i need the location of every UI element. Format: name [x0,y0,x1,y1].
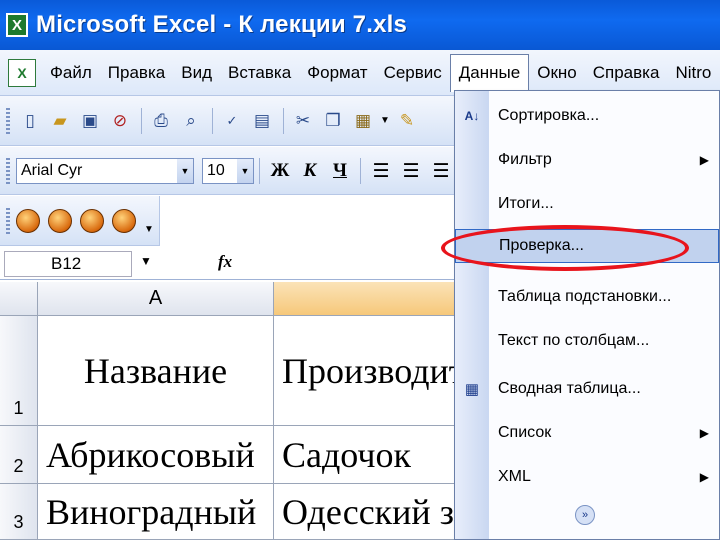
menu-item-label: Проверка... [499,237,584,254]
excel-app-icon[interactable]: X [6,13,28,37]
spelling-icon[interactable]: ✓ [218,107,246,135]
align-right-icon[interactable]: ☰ [426,157,456,185]
menu-item-sort[interactable]: A↓ Сортировка... [455,99,719,133]
print-preview-icon[interactable]: ⌕ [177,107,205,135]
print-icon[interactable]: ⎙ [147,107,175,135]
toolbar-separator [212,107,213,134]
open-icon[interactable]: ▰ [46,107,74,135]
cut-icon[interactable]: ✂ [289,107,317,135]
menu-item-xml[interactable]: XML ▶ [455,460,719,494]
workbook-control-icon[interactable]: X [8,58,36,87]
sort-icon: A↓ [464,109,480,123]
name-box-dropdown-icon[interactable]: ▼ [140,254,152,268]
menu-item-label: Фильтр [498,151,552,168]
custom-tool-1-icon[interactable] [16,208,40,233]
toolbar-separator [360,157,361,184]
menu-item-label: Текст по столбцам... [498,332,650,349]
toolbar-grip[interactable] [6,207,10,234]
menu-tools[interactable]: Сервис [376,54,450,92]
custom-toolbar: ▼ [0,196,160,246]
menu-insert[interactable]: Вставка [220,54,299,92]
pivot-table-icon: ▦ [464,381,480,398]
cell-a3[interactable]: Виноградный [38,484,274,540]
menu-view[interactable]: Вид [173,54,220,92]
permission-icon[interactable]: ⊘ [106,107,134,135]
toolbar-grip[interactable] [6,157,10,184]
menu-file[interactable]: Файл [42,54,100,92]
submenu-arrow-icon: ▶ [699,426,709,440]
underline-button[interactable]: Ч [325,157,355,185]
column-header-a[interactable]: A [38,282,274,316]
menu-data[interactable]: Данные [449,53,530,92]
menu-edit[interactable]: Правка [100,54,173,92]
font-size-select[interactable]: 10 ▼ [202,157,254,184]
menu-item-subtotals[interactable]: Итоги... [455,187,719,221]
name-box[interactable]: B12 [4,251,132,277]
title-bar[interactable]: X Microsoft Excel - К лекции 7.xls [0,0,720,50]
insert-function-icon[interactable]: fx [218,252,232,272]
menu-item-pivot-table[interactable]: ▦ Сводная таблица... [455,372,719,406]
paste-dropdown-icon[interactable]: ▼ [379,107,391,135]
menu-window[interactable]: Окно [529,54,585,92]
bold-button[interactable]: Ж [265,157,295,185]
menu-item-text-to-columns[interactable]: Текст по столбцам... [455,324,719,358]
paste-icon[interactable]: ▦ [349,107,377,135]
menu-format[interactable]: Формат [299,54,375,92]
font-name-select[interactable]: Arial Cyr ▼ [16,157,194,184]
menu-help[interactable]: Справка [585,54,668,92]
format-painter-icon[interactable]: ✎ [393,107,421,135]
menu-item-label: XML [498,468,531,485]
menu-item-filter[interactable]: Фильтр ▶ [455,143,719,177]
chevron-down-icon[interactable]: ▼ [177,158,193,183]
menu-item-label: Таблица подстановки... [498,288,672,305]
save-icon[interactable]: ▣ [76,107,104,135]
menu-item-label: Список [498,424,552,441]
research-icon[interactable]: ▤ [248,107,276,135]
menu-item-list[interactable]: Список ▶ [455,416,719,450]
custom-tool-2-icon[interactable] [48,208,72,233]
window-title: Microsoft Excel - К лекции 7.xls [36,11,408,38]
menu-item-label: Итоги... [498,195,554,212]
submenu-arrow-icon: ▶ [699,470,709,484]
custom-tool-4-icon[interactable] [112,208,136,233]
menu-item-label: Сводная таблица... [498,380,641,397]
data-menu-dropdown: A↓ Сортировка... Фильтр ▶ Итоги... Прове… [454,90,720,540]
font-name-value: Arial Cyr [21,161,83,179]
expand-menu-icon[interactable]: » [575,505,595,525]
menu-item-validation[interactable]: Проверка... [455,229,719,263]
toolbar-separator [283,107,284,134]
italic-button[interactable]: К [295,157,325,185]
toolbar-separator [259,157,260,184]
cell-a1[interactable]: Название [38,316,274,426]
align-left-icon[interactable]: ☰ [366,157,396,185]
font-size-value: 10 [207,161,225,179]
select-all-corner[interactable] [0,282,38,316]
chevron-down-icon[interactable]: ▼ [237,158,253,183]
new-icon[interactable]: ▯ [16,107,44,135]
menu-nitro[interactable]: Nitro [667,54,719,92]
align-center-icon[interactable]: ☰ [396,157,426,185]
toolbar-separator [141,107,142,134]
copy-icon[interactable]: ❐ [319,107,347,135]
cell-a2[interactable]: Абрикосовый [38,426,274,484]
row-header-2[interactable]: 2 [0,426,38,484]
menu-item-data-table[interactable]: Таблица подстановки... [455,280,719,314]
row-header-3[interactable]: 3 [0,484,38,540]
menu-item-label: Сортировка... [498,107,600,124]
row-header-1[interactable]: 1 [0,316,38,426]
submenu-arrow-icon: ▶ [699,153,709,167]
custom-tool-3-icon[interactable] [80,208,104,233]
toolbar-grip[interactable] [6,107,10,134]
toolbar-options-icon[interactable]: ▼ [144,224,154,235]
